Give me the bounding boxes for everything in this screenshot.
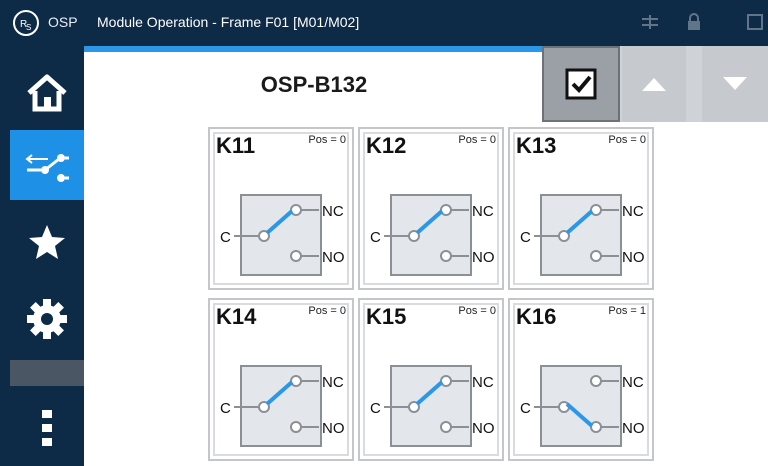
relay-switch-diagram: C NC NO — [520, 365, 645, 447]
nc-terminal-label: NC — [622, 203, 644, 220]
lock-icon — [688, 13, 700, 30]
relay-switch-diagram: C NC NO — [370, 194, 495, 276]
arrow-down-icon — [723, 77, 747, 90]
relay-name: K16 — [516, 304, 557, 329]
no-terminal-label: NO — [472, 249, 495, 266]
relay-card-k15[interactable]: K15 Pos = 0 C NC NO — [358, 298, 504, 461]
relay-position: Pos = 1 — [608, 305, 646, 317]
common-terminal-label: C — [220, 400, 231, 417]
switch-icon — [25, 154, 69, 182]
relay-switch-diagram: C NC NO — [370, 365, 495, 447]
no-terminal-label: NO — [472, 420, 495, 437]
window-icon[interactable] — [746, 12, 764, 32]
nc-terminal-label: NC — [322, 203, 344, 220]
nc-terminal-label: NC — [472, 203, 494, 220]
sidebar — [0, 46, 84, 466]
sidebar-item-favorites[interactable] — [10, 206, 84, 278]
sidebar-item-switch[interactable] — [10, 130, 84, 200]
move-down-button[interactable] — [702, 46, 768, 122]
network-icon — [642, 15, 658, 29]
no-terminal-label: NO — [322, 420, 345, 437]
common-terminal-label: C — [520, 229, 531, 246]
relay-name: K14 — [216, 304, 257, 329]
relay-name: K11 — [216, 133, 256, 158]
relay-card-k11[interactable]: K11 Pos = 0 C NC NO — [208, 127, 354, 290]
move-up-button[interactable] — [622, 46, 686, 122]
checkbox-icon — [565, 68, 597, 100]
svg-text:S: S — [26, 23, 31, 32]
header-buttons — [542, 46, 768, 122]
no-terminal-label: NO — [322, 249, 345, 266]
more-vertical-icon — [42, 410, 52, 446]
relay-position: Pos = 0 — [458, 305, 496, 317]
title-bar: R S OSP Module Operation - Frame F01 [M0… — [0, 0, 768, 46]
relay-position: Pos = 0 — [458, 134, 496, 146]
nc-terminal-label: NC — [622, 374, 644, 391]
rs-logo-icon: R S — [13, 10, 39, 36]
common-terminal-label: C — [220, 229, 231, 246]
relay-card-k13[interactable]: K13 Pos = 0 C NC NO — [508, 127, 654, 290]
relay-name: K15 — [366, 304, 407, 329]
gear-icon — [27, 299, 67, 339]
nc-terminal-label: NC — [472, 374, 494, 391]
arrow-up-icon — [642, 78, 666, 91]
sidebar-item-settings[interactable] — [10, 282, 84, 356]
no-terminal-label: NO — [622, 249, 645, 266]
no-terminal-label: NO — [622, 420, 645, 437]
relay-card-k14[interactable]: K14 Pos = 0 C NC NO — [208, 298, 354, 461]
relay-position: Pos = 0 — [608, 134, 646, 146]
relay-card-k16[interactable]: K16 Pos = 1 C NC NO — [508, 298, 654, 461]
sidebar-item-more[interactable] — [10, 390, 84, 466]
home-icon — [27, 74, 67, 112]
sidebar-divider — [10, 360, 84, 386]
relay-name: K12 — [366, 133, 407, 158]
common-terminal-label: C — [370, 229, 381, 246]
app-name: OSP — [48, 14, 78, 30]
relay-switch-diagram: C NC NO — [520, 194, 645, 276]
relay-position: Pos = 0 — [308, 305, 346, 317]
page-title: OSP-B132 — [260, 72, 368, 97]
relay-switch-diagram: C NC NO — [220, 365, 345, 447]
common-terminal-label: C — [520, 400, 531, 417]
relay-position: Pos = 0 — [308, 134, 346, 146]
window-title: Module Operation - Frame F01 [M01/M02] — [97, 14, 360, 30]
sidebar-item-home[interactable] — [10, 58, 84, 128]
relay-name: K13 — [516, 133, 557, 158]
relay-card-k12[interactable]: K12 Pos = 0 C NC NO — [358, 127, 504, 290]
star-icon — [29, 225, 65, 259]
common-terminal-label: C — [370, 400, 381, 417]
relay-switch-diagram: C NC NO — [220, 194, 345, 276]
confirm-button[interactable] — [542, 46, 620, 122]
nc-terminal-label: NC — [322, 374, 344, 391]
